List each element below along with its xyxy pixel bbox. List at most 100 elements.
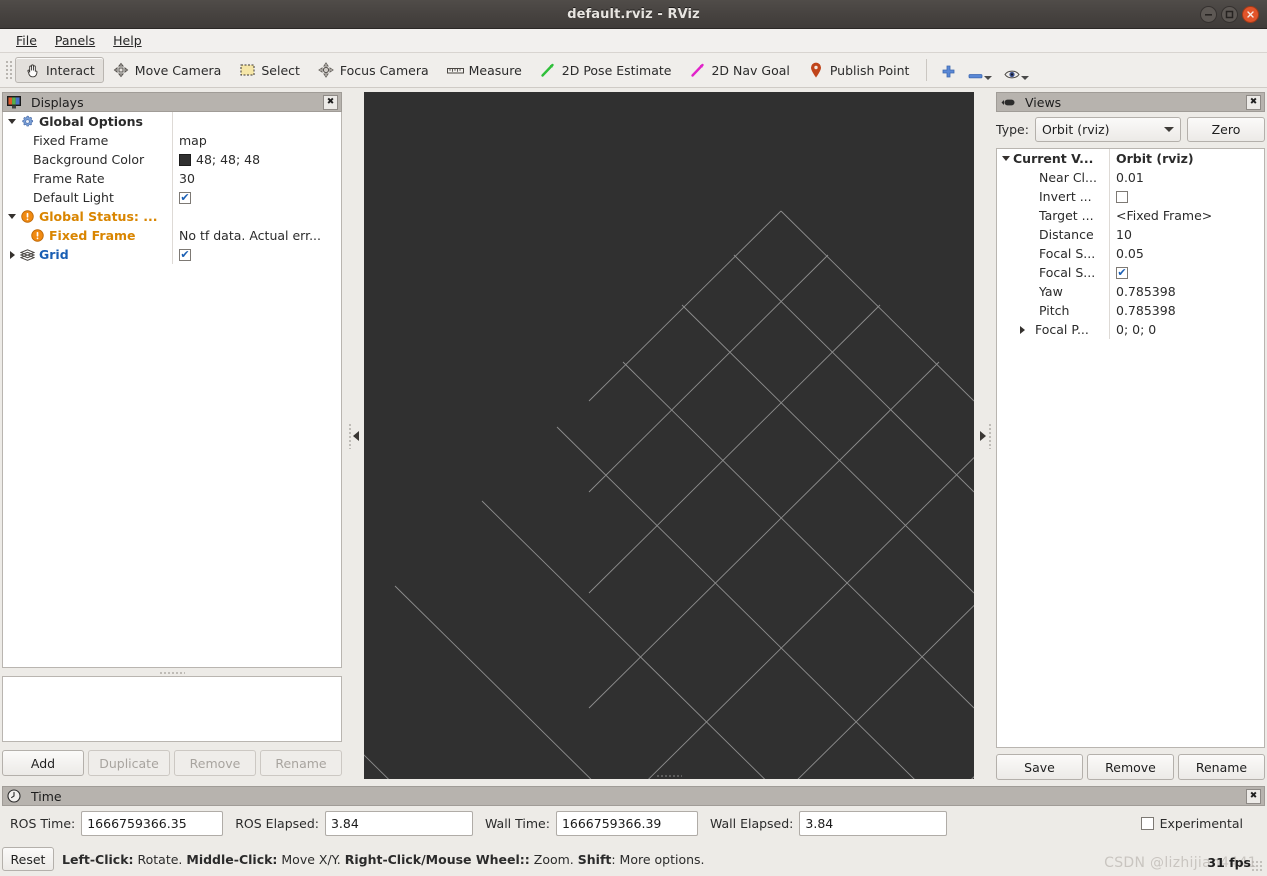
tree-row[interactable]: Yaw 0.785398 [997,282,1264,301]
tree-item-value-checkbox[interactable]: ✔ [173,192,341,204]
tree-item-value[interactable]: 0.01 [1110,170,1264,185]
tool-2d-pose-estimate[interactable]: 2D Pose Estimate [531,57,681,83]
visibility-button[interactable] [998,57,1035,83]
tree-item-value[interactable]: map [173,133,341,148]
add-tool-button[interactable] [935,57,962,83]
view-type-select[interactable]: Orbit (rviz) [1035,117,1181,142]
twisty-expanded[interactable] [5,207,19,226]
grid-enabled-checkbox[interactable]: ✔ [179,249,191,261]
tree-row[interactable]: Distance 10 [997,225,1264,244]
tree-row[interactable]: Near Cl... 0.01 [997,168,1264,187]
tool-move-camera[interactable]: Move Camera [104,57,231,83]
default-light-checkbox[interactable]: ✔ [179,192,191,204]
tree-row[interactable]: Default Light ✔ [3,188,341,207]
window-resize-grip[interactable] [1251,860,1263,872]
tree-item-value[interactable]: 10 [1110,227,1264,242]
tree-row[interactable]: Fixed Frame No tf data. Actual err... [3,226,341,245]
tree-row[interactable]: Invert ... [997,187,1264,206]
gear-icon [19,114,35,130]
right-splitter-handle[interactable] [976,92,994,779]
tree-row[interactable]: Focal S... 0.05 [997,244,1264,263]
tree-item-value[interactable]: 30 [173,171,341,186]
rename-view-button[interactable]: Rename [1178,754,1265,780]
ros-time-label: ROS Time: [10,816,75,831]
experimental-checkbox[interactable] [1141,817,1154,830]
menu-help[interactable]: Help [105,31,150,50]
reset-button[interactable]: Reset [2,847,54,871]
views-tree[interactable]: Current V... Orbit (rviz) Near Cl... 0.0… [996,148,1265,748]
render-view-3d[interactable] [364,92,974,779]
view-resize-grip[interactable] [656,774,682,778]
tree-row[interactable]: Global Status: ... [3,207,341,226]
twisty-expanded[interactable] [999,149,1013,168]
close-icon[interactable] [1242,6,1259,23]
tree-item-value[interactable]: 0; 0; 0 [1110,322,1264,337]
tree-row[interactable]: Background Color 48; 48; 48 [3,150,341,169]
tree-row[interactable]: Pitch 0.785398 [997,301,1264,320]
wall-time-input[interactable]: 1666759366.39 [556,811,698,836]
twisty-collapsed[interactable] [1015,320,1029,339]
save-view-button[interactable]: Save [996,754,1083,780]
tool-select[interactable]: Select [230,57,309,83]
maximize-icon[interactable] [1221,6,1238,23]
tree-item-value[interactable]: 0.785398 [1110,284,1264,299]
tool-interact[interactable]: Interact [15,57,104,83]
tool-publish-point[interactable]: Publish Point [799,57,919,83]
time-fields-row: ROS Time: 1666759366.35 ROS Elapsed: 3.8… [2,810,1265,837]
ros-elapsed-field: ROS Elapsed: 3.84 [235,811,473,836]
tree-item-value-checkbox[interactable] [1110,191,1264,203]
ros-elapsed-input[interactable]: 3.84 [325,811,473,836]
tree-row[interactable]: Grid ✔ [3,245,341,264]
wall-time-label: Wall Time: [485,816,550,831]
zero-button[interactable]: Zero [1187,117,1265,142]
chevron-down-icon-2[interactable] [1021,76,1029,80]
tool-2d-nav-goal[interactable]: 2D Nav Goal [680,57,798,83]
remove-view-button[interactable]: Remove [1087,754,1174,780]
tree-item-label: Invert ... [1039,189,1092,204]
menu-file[interactable]: File [8,31,45,50]
tree-item-value[interactable]: <Fixed Frame> [1110,208,1264,223]
tree-item-value-checkbox[interactable]: ✔ [173,249,341,261]
invert-checkbox[interactable] [1116,191,1128,203]
views-close-icon[interactable]: ✖ [1246,95,1261,110]
collapse-right-arrow-icon[interactable] [980,431,986,441]
tree-item-value[interactable]: 0.05 [1110,246,1264,261]
tree-item-label: Fixed Frame [33,133,108,148]
twisty-collapsed[interactable] [5,245,19,264]
displays-description-box [2,676,342,742]
tree-row[interactable]: Focal P... 0; 0; 0 [997,320,1264,339]
focal-shape-checkbox[interactable]: ✔ [1116,267,1128,279]
tree-item-label: Focal P... [1035,322,1089,337]
left-splitter-handle[interactable] [344,92,362,779]
displays-tree[interactable]: Global Options Fixed Frame map Backgroun… [2,112,342,668]
tree-item-value-color[interactable]: 48; 48; 48 [173,152,341,167]
tree-row[interactable]: Current V... Orbit (rviz) [997,149,1264,168]
toolbar-grip[interactable] [4,59,12,81]
wall-elapsed-input[interactable]: 3.84 [799,811,947,836]
tool-focus-camera[interactable]: Focus Camera [309,57,438,83]
tree-item-value[interactable]: 0.785398 [1110,303,1264,318]
green-arrow-icon [540,62,557,79]
minimize-icon[interactable] [1200,6,1217,23]
add-button[interactable]: Add [2,750,84,776]
twisty-expanded[interactable] [5,112,19,131]
displays-splitter[interactable] [2,668,342,676]
chevron-down-icon[interactable] [984,76,992,80]
ros-time-input[interactable]: 1666759366.35 [81,811,223,836]
menu-panels[interactable]: Panels [47,31,103,50]
experimental-toggle[interactable]: Experimental [1141,816,1243,831]
tree-item-label: Focal S... [1039,265,1095,280]
time-close-icon[interactable]: ✖ [1246,789,1261,804]
collapse-left-arrow-icon[interactable] [353,431,359,441]
tree-row[interactable]: Focal S... ✔ [997,263,1264,282]
toolbar-separator [926,59,927,81]
tree-row[interactable]: Frame Rate 30 [3,169,341,188]
tree-item-value-checkbox[interactable]: ✔ [1110,267,1264,279]
displays-close-icon[interactable]: ✖ [323,95,338,110]
tree-row[interactable]: Fixed Frame map [3,131,341,150]
tool-measure[interactable]: Measure [438,57,531,83]
remove-tool-button[interactable] [962,57,998,83]
menu-help-label: Help [113,33,142,48]
tree-row[interactable]: Target ... <Fixed Frame> [997,206,1264,225]
tree-row[interactable]: Global Options [3,112,341,131]
